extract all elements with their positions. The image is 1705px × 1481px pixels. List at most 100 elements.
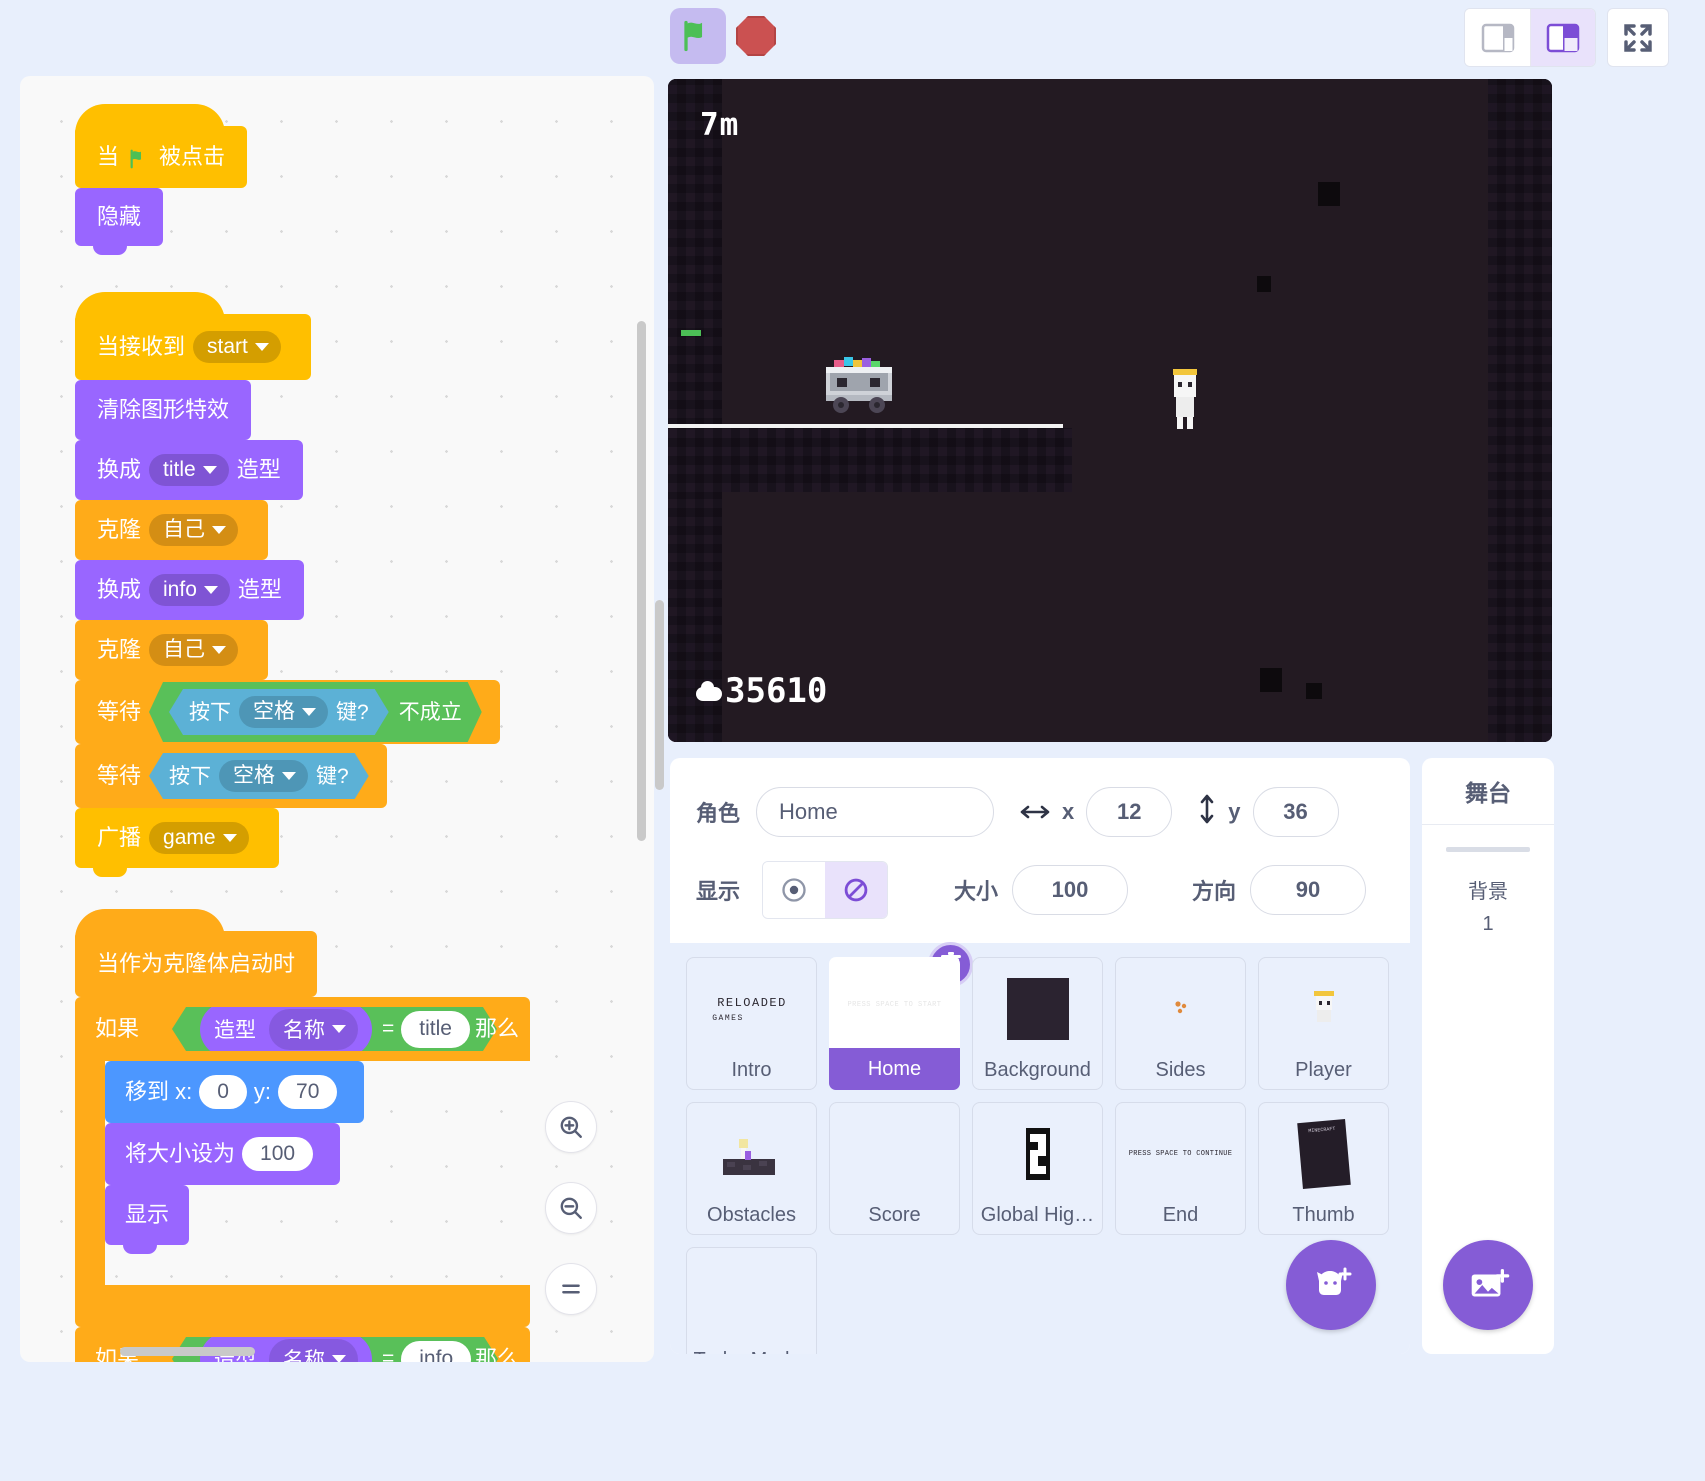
dropdown-costume-info[interactable]: info <box>149 574 230 606</box>
block-when-flag-clicked[interactable]: 当 被点击 <box>75 104 248 188</box>
size-label: 大小 <box>954 879 999 904</box>
sprite-name-label: End <box>1162 1204 1199 1226</box>
show-label: 显示 <box>696 879 741 904</box>
sprite-name-label: Score <box>868 1204 921 1226</box>
operand-value-title[interactable]: title <box>401 1011 470 1048</box>
dropdown-costume-prop-2[interactable]: 名称 <box>269 1339 358 1363</box>
stage-display[interactable]: 7m 35610 <box>668 79 1552 742</box>
input-goto-y[interactable]: 70 <box>278 1075 338 1109</box>
dropdown-message[interactable]: start <box>193 331 281 363</box>
sprite-name-input[interactable]: Home <box>756 787 995 837</box>
block-goto-xy[interactable]: 移到 x: 0 y: 70 <box>105 1061 365 1123</box>
sprite-tile-global-highscore[interactable]: Global Hig… <box>972 1102 1103 1235</box>
block-switch-costume-title[interactable]: 换成 title 造型 <box>75 440 303 500</box>
sprite-name-bar: Home <box>829 1048 960 1090</box>
dropdown-key-2[interactable]: 空格 <box>219 760 308 792</box>
block-wait-until[interactable]: 等待 按下 空格 键? <box>75 744 387 808</box>
obstacle-block <box>1257 276 1271 292</box>
dropdown-costume-prop-1[interactable]: 名称 <box>269 1009 358 1050</box>
backdrop-label: 背景 <box>1468 881 1508 903</box>
block-broadcast-game[interactable]: 广播 game <box>75 808 279 877</box>
sprite-name-label: Turbo Mod… <box>694 1349 810 1354</box>
stop-button[interactable] <box>733 13 779 59</box>
stage-thumbnail-area[interactable]: 背景 1 <box>1422 825 1554 940</box>
block-when-i-receive[interactable]: 当接收到 start <box>75 292 311 380</box>
workspace-horizontal-scrollbar[interactable] <box>120 1347 255 1356</box>
direction-input[interactable]: 90 <box>1250 865 1367 915</box>
hide-sprite-button[interactable] <box>825 862 888 918</box>
sprite-tile-background[interactable]: Background <box>972 957 1103 1090</box>
sensing-key-pressed-1[interactable]: 按下 空格 键? <box>169 689 389 735</box>
dropdown-broadcast[interactable]: game <box>149 822 249 854</box>
block-if-title-wrapper[interactable]: 如果 造型 名称 = title 那么 移到 x: 0 y: 70 将大小设为 … <box>75 997 530 1327</box>
sprite-info-section: 角色 Home x 12 y 36 显示 大小 100 方向 90 <box>670 758 1410 943</box>
sprite-tile-player[interactable]: Player <box>1258 957 1389 1090</box>
sprite-tile-thumb[interactable]: MINECRAFT Thumb <box>1258 1102 1389 1235</box>
sprite-name-label: Thumb <box>1292 1204 1355 1226</box>
block-label-set-size: 将大小设为 <box>125 1141 236 1166</box>
sprite-tile-score[interactable]: Score <box>829 1102 960 1235</box>
fullscreen-button[interactable] <box>1607 8 1669 67</box>
sprite-tile-end[interactable]: PRESS SPACE TO CONTINUE End <box>1115 1102 1246 1235</box>
block-label-clone-2: 克隆 <box>97 637 142 662</box>
block-switch-costume-info[interactable]: 换成 info 造型 <box>75 560 304 620</box>
x-value: 12 <box>1117 799 1142 824</box>
block-clear-graphic-effects[interactable]: 清除图形特效 <box>75 380 252 440</box>
block-create-clone-1[interactable]: 克隆 自己 <box>75 500 269 560</box>
operator-not[interactable]: 按下 空格 键? 不成立 <box>149 682 482 742</box>
block-label-if-1: 如果 <box>95 1016 140 1041</box>
operand-value-info[interactable]: info <box>401 1341 471 1363</box>
sensing-key-pressed-2[interactable]: 按下 空格 键? <box>149 753 369 799</box>
stage-panel-title: 舞台 <box>1465 780 1511 806</box>
dropdown-costume-title[interactable]: title <box>149 454 229 486</box>
green-flag-button[interactable] <box>670 8 726 64</box>
chevron-down-icon <box>222 833 237 842</box>
reporter-costume-name-1[interactable]: 造型 名称 <box>200 1002 372 1057</box>
block-when-start-as-clone[interactable]: 当作为克隆体启动时 <box>75 909 318 997</box>
sprite-tile-obstacles[interactable]: Obstacles <box>686 1102 817 1235</box>
obstacle-platform-icon <box>722 1139 775 1175</box>
input-goto-x[interactable]: 0 <box>199 1075 247 1109</box>
block-label-broadcast: 广播 <box>97 825 142 850</box>
dropdown-clone-target-2[interactable]: 自己 <box>149 634 239 666</box>
small-stage-button[interactable] <box>1465 9 1530 66</box>
dropdown-clone-target-1[interactable]: 自己 <box>149 514 239 546</box>
workspace-vertical-scrollbar[interactable] <box>637 321 646 841</box>
sprite-tile-sides[interactable]: Sides <box>1115 957 1246 1090</box>
block-set-size[interactable]: 将大小设为 100 <box>105 1123 341 1185</box>
sprite-tile-intro[interactable]: RELOADED GAMES Intro <box>686 957 817 1090</box>
show-sprite-button[interactable] <box>763 862 826 918</box>
dropdown-key-1[interactable]: 空格 <box>239 696 328 728</box>
sensing-label-pressed-1: 按下 <box>189 700 232 724</box>
large-stage-button[interactable] <box>1530 9 1595 66</box>
stop-sign-icon <box>736 16 776 56</box>
x-input[interactable]: 12 <box>1086 787 1173 837</box>
block-show[interactable]: 显示 <box>105 1185 190 1254</box>
y-input[interactable]: 36 <box>1252 787 1339 837</box>
block-wait-until-not[interactable]: 等待 按下 空格 键? 不成立 <box>75 680 500 744</box>
block-label-wait-1: 等待 <box>97 699 142 724</box>
eye-slash-icon <box>844 878 868 902</box>
sprite-tile-turbo-mode[interactable]: Turbo Mod… <box>686 1247 817 1354</box>
code-workspace[interactable]: 当 被点击 隐藏 当接收到 start 清除图形特效 换成 title 造型 克… <box>20 76 654 1362</box>
block-if-info-wrapper[interactable]: 如果 造型 名称 = info 那么 <box>75 1327 530 1362</box>
block-hide[interactable]: 隐藏 <box>75 188 164 255</box>
block-create-clone-2[interactable]: 克隆 自己 <box>75 620 269 680</box>
add-sprite-cat-icon <box>1317 1267 1352 1295</box>
operator-equals-title[interactable]: 造型 名称 = title <box>172 1007 497 1051</box>
input-size-value[interactable]: 100 <box>242 1137 314 1171</box>
block-label-costume-2: 造型 <box>237 577 282 602</box>
zoom-reset-button[interactable] <box>545 1263 597 1315</box>
y-label: y <box>1228 799 1241 824</box>
chevron-down-icon <box>332 1025 346 1033</box>
add-backdrop-button[interactable] <box>1443 1240 1533 1330</box>
zoom-out-button[interactable] <box>545 1182 597 1234</box>
add-sprite-button[interactable] <box>1286 1240 1376 1330</box>
sprite-tile-home[interactable]: PRESS SPACE TO START Home <box>829 942 973 1090</box>
page-vertical-scrollbar[interactable] <box>655 600 664 790</box>
reloaded-games-logo-icon: RELOADED GAMES <box>712 996 785 1023</box>
sprite-name-label: Intro <box>731 1059 772 1081</box>
zoom-in-button[interactable] <box>545 1101 597 1153</box>
eye-icon <box>782 878 806 902</box>
size-input[interactable]: 100 <box>1012 865 1129 915</box>
